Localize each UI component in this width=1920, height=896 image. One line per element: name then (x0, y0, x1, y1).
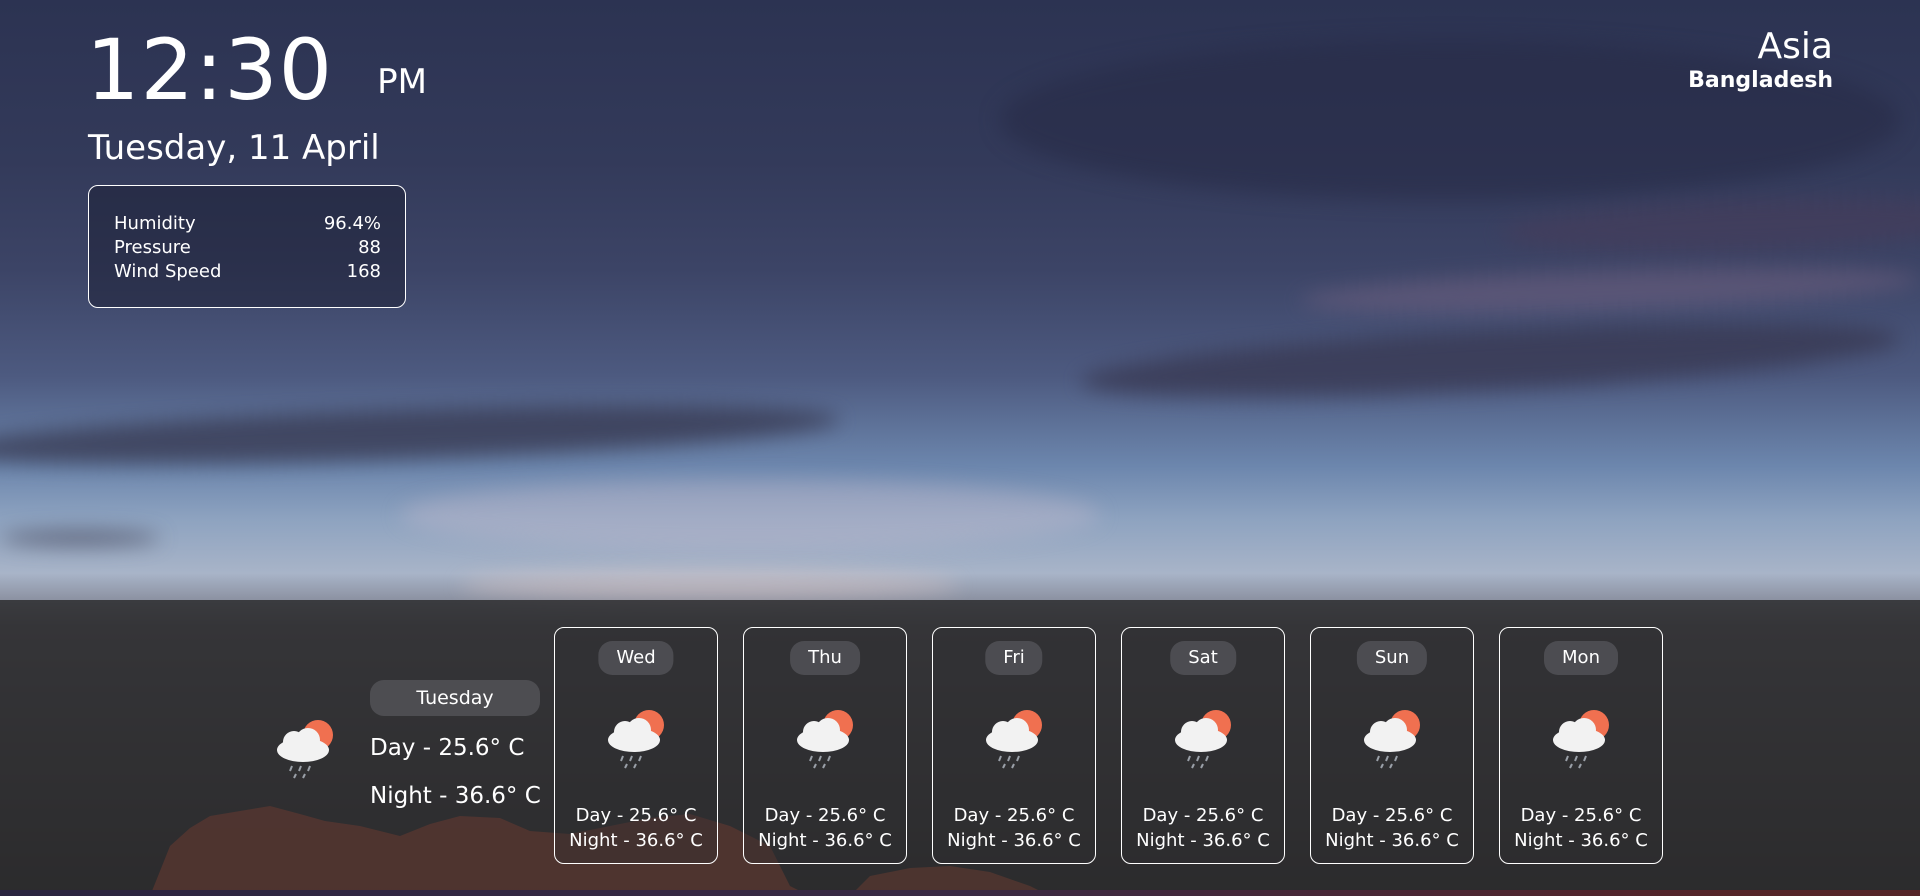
stat-value: 168 (346, 261, 381, 282)
forecast-night-temp: Night - 36.6° C (1325, 830, 1459, 851)
cloud-sun-rain-icon (1175, 710, 1231, 769)
forecast-temps: Day - 25.6° C Night - 36.6° C (1122, 803, 1284, 853)
current-date: Tuesday, 11 April (88, 128, 380, 168)
forecast-day-temp: Day - 25.6° C (1520, 805, 1642, 826)
forecast-card-thu: Thu Day - 25.6° C Night - 36.6° C (743, 627, 907, 864)
forecast-day-temp: Day - 25.6° C (575, 805, 697, 826)
forecast-night-temp: Night - 36.6° C (758, 830, 892, 851)
forecast-temps: Day - 25.6° C Night - 36.6° C (744, 803, 906, 853)
cloud-sun-rain-icon (1364, 710, 1420, 769)
cloud-sun-rain-icon (277, 720, 333, 779)
clock: 12:30 PM (86, 28, 427, 112)
location-region: Asia (1757, 26, 1833, 67)
forecast-temps: Day - 25.6° C Night - 36.6° C (933, 803, 1095, 853)
forecast-day-label: Mon (1544, 641, 1618, 675)
location-country: Bangladesh (1688, 68, 1833, 93)
forecast-day-temp: Day - 25.6° C (953, 805, 1075, 826)
today-day-label: Tuesday (370, 680, 540, 716)
forecast-day-label: Thu (790, 641, 860, 675)
forecast-temps: Day - 25.6° C Night - 36.6° C (1311, 803, 1473, 853)
stat-value: 96.4% (323, 213, 381, 234)
bottom-accent-line (0, 890, 1920, 896)
forecast-temps: Day - 25.6° C Night - 36.6° C (555, 803, 717, 853)
forecast-card-sat: Sat Day - 25.6° C Night - 36.6° C (1121, 627, 1285, 864)
forecast-day-label: Sat (1170, 641, 1236, 675)
today-forecast: Tuesday Day - 25.6° C Night - 36.6° C (268, 680, 558, 820)
forecast-cards: Wed Day - 25.6° C Night - 36.6° C Thu Da… (554, 627, 1663, 864)
cloud-sun-rain-icon (1553, 710, 1609, 769)
forecast-day-temp: Day - 25.6° C (1142, 805, 1264, 826)
cloud-streak (1078, 308, 1902, 412)
cloud-sun-rain-icon (986, 710, 1042, 769)
weather-page: 12:30 PM Tuesday, 11 April Humidity 96.4%… (0, 0, 1920, 896)
stat-label: Wind Speed (114, 261, 222, 282)
forecast-day-temp: Day - 25.6° C (1331, 805, 1453, 826)
forecast-night-temp: Night - 36.6° C (1514, 830, 1648, 851)
cloud-streak (460, 570, 960, 600)
stat-row-humidity: Humidity 96.4% (114, 212, 381, 236)
forecast-night-temp: Night - 36.6° C (947, 830, 1081, 851)
stat-row-pressure: Pressure 88 (114, 236, 381, 260)
forecast-day-label: Fri (985, 641, 1043, 675)
forecast-card-fri: Fri Day - 25.6° C Night - 36.6° C (932, 627, 1096, 864)
location: Asia Bangladesh (1688, 26, 1833, 94)
cloud-streak (0, 530, 160, 546)
cloud-sun-rain-icon (797, 710, 853, 769)
cloud-streak (1299, 259, 1920, 321)
forecast-night-temp: Night - 36.6° C (569, 830, 703, 851)
clock-time: 12:30 (86, 21, 334, 119)
forecast-night-temp: Night - 36.6° C (1136, 830, 1270, 851)
forecast-day-label: Wed (598, 641, 674, 675)
cloud-sun-rain-icon (608, 710, 664, 769)
forecast-card-sun: Sun Day - 25.6° C Night - 36.6° C (1310, 627, 1474, 864)
stat-label: Pressure (114, 237, 191, 258)
cloud-streak (1499, 191, 1920, 259)
forecast-bar: Tuesday Day - 25.6° C Night - 36.6° C We… (0, 600, 1920, 896)
cloud-streak (400, 480, 1100, 550)
stat-label: Humidity (114, 213, 196, 234)
forecast-card-wed: Wed Day - 25.6° C Night - 36.6° C (554, 627, 718, 864)
stat-value: 88 (358, 237, 381, 258)
forecast-day-temp: Day - 25.6° C (764, 805, 886, 826)
forecast-temps: Day - 25.6° C Night - 36.6° C (1500, 803, 1662, 853)
forecast-card-mon: Mon Day - 25.6° C Night - 36.6° C (1499, 627, 1663, 864)
today-night-temp: Night - 36.6° C (370, 783, 541, 809)
stat-row-wind-speed: Wind Speed 168 (114, 260, 381, 284)
weather-stats-panel: Humidity 96.4% Pressure 88 Wind Speed 16… (88, 185, 406, 308)
today-day-temp: Day - 25.6° C (370, 735, 525, 761)
forecast-day-label: Sun (1356, 641, 1428, 675)
cloud-streak (0, 394, 841, 476)
clock-period: PM (377, 62, 427, 102)
